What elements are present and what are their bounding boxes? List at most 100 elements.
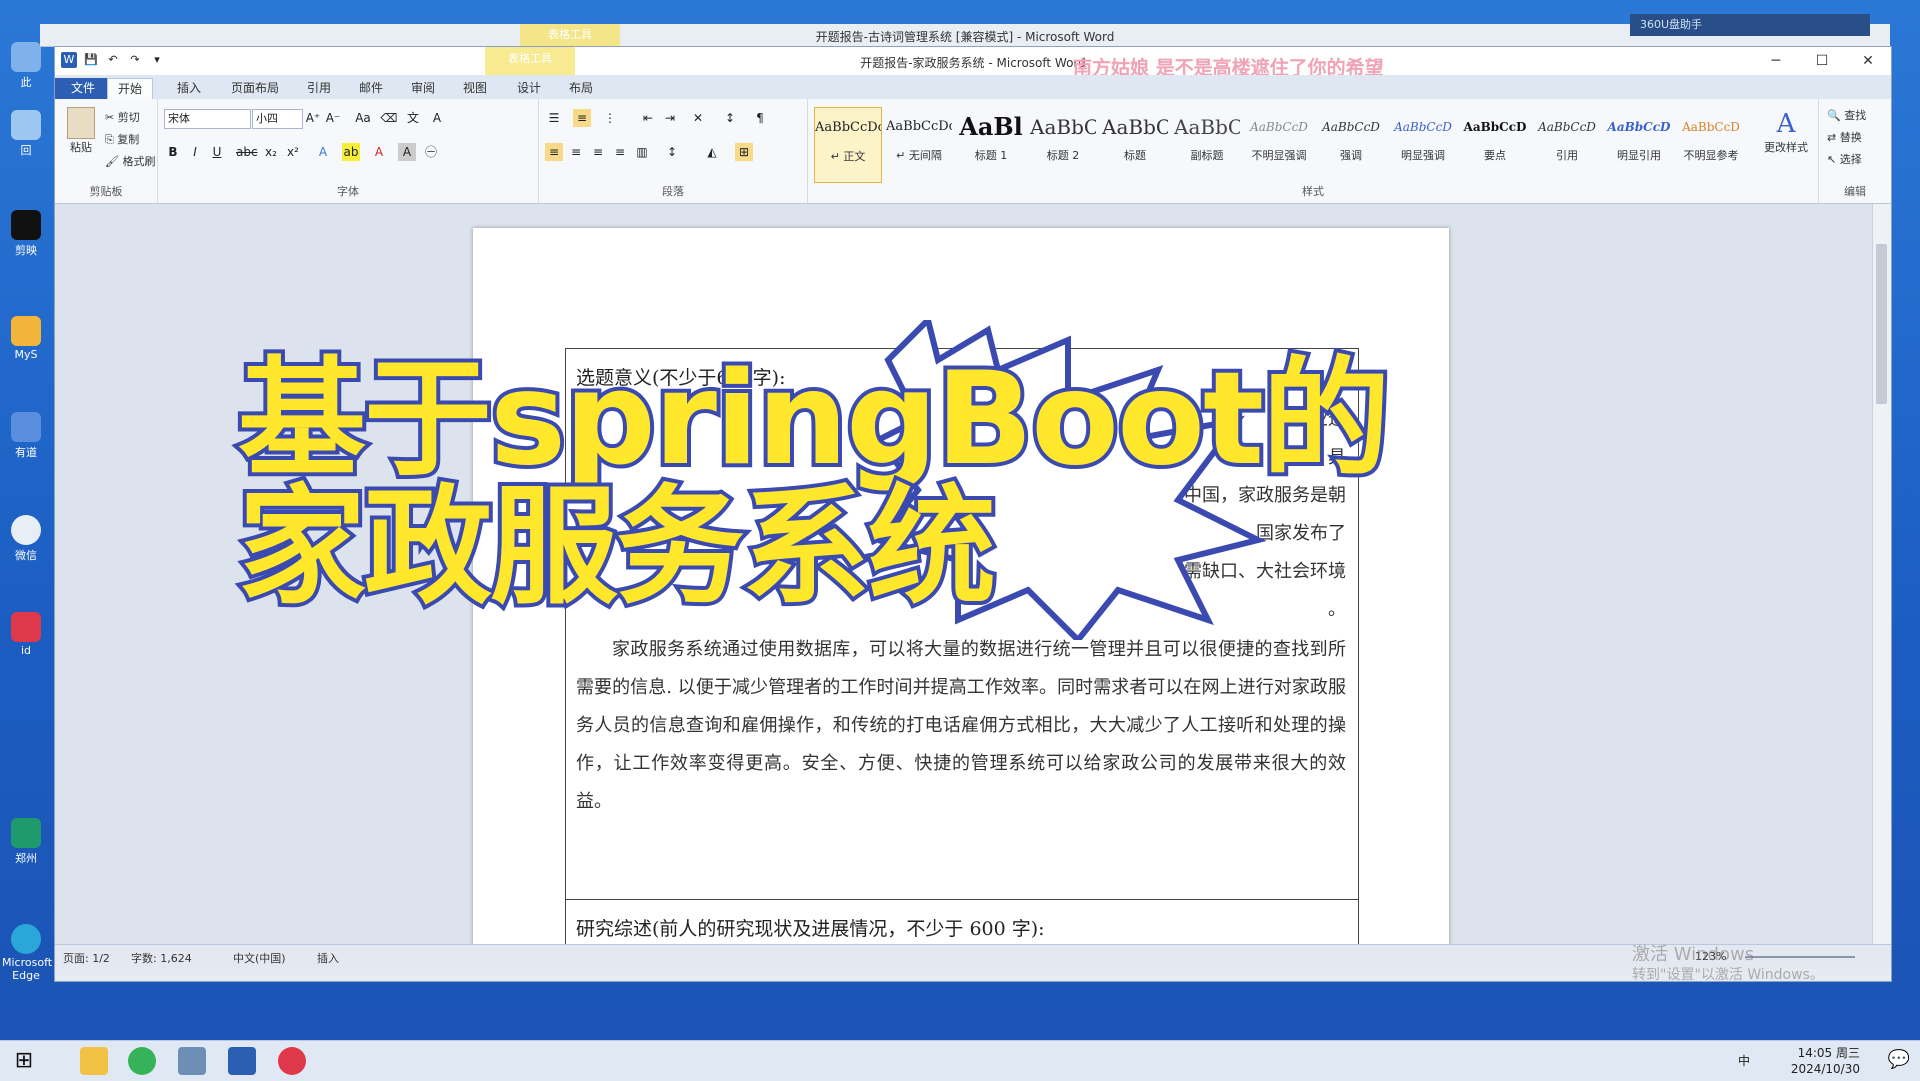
align-left-button[interactable]: ≡ <box>545 143 563 161</box>
tab-layout[interactable]: 布局 <box>559 78 603 99</box>
style-0[interactable]: AaBbCcDc ↵ 正文 <box>814 107 882 183</box>
change-styles-button[interactable]: A 更改样式 <box>1758 109 1814 155</box>
word-taskbar-icon[interactable] <box>228 1047 256 1075</box>
format-painter-button[interactable]: 🖌 格式刷 <box>105 153 155 169</box>
maximize-button[interactable]: ☐ <box>1799 47 1845 75</box>
watermark-line1: 激活 Windows <box>1632 944 1755 965</box>
numbering-button[interactable]: ≡ <box>573 109 591 127</box>
font-size-select[interactable]: 小四 <box>252 109 303 129</box>
style-5[interactable]: AaBbC 副标题 <box>1174 107 1240 181</box>
desktop-icon-this-pc[interactable]: 此 <box>6 42 46 90</box>
netease-music-icon[interactable] <box>278 1047 306 1075</box>
line-spacing-button[interactable]: ↕ <box>663 143 681 161</box>
vertical-scrollbar[interactable] <box>1872 204 1891 944</box>
bold-button[interactable]: B <box>164 143 182 161</box>
replace-button[interactable]: ⇄ 替换 <box>1827 129 1862 145</box>
tab-insert[interactable]: 插入 <box>167 78 211 99</box>
desktop-icon-youdao[interactable]: 有道 <box>6 412 46 460</box>
desktop-icon-mysql[interactable]: MyS <box>6 316 46 361</box>
font-name-select[interactable]: 宋体 <box>164 109 251 129</box>
style-7[interactable]: AaBbCcD 强调 <box>1318 107 1384 181</box>
select-button[interactable]: ↖ 选择 <box>1827 151 1862 167</box>
tab-design[interactable]: 设计 <box>507 78 551 99</box>
font-color-button[interactable]: A <box>370 143 388 161</box>
style-name: 明显引用 <box>1617 149 1661 162</box>
close-button[interactable]: ✕ <box>1845 47 1891 75</box>
italic-button[interactable]: I <box>186 143 204 161</box>
shading-button[interactable]: ◭ <box>703 143 721 161</box>
clear-format-button[interactable]: ⌫ <box>380 109 398 127</box>
desktop-icon-idea[interactable]: id <box>6 612 46 657</box>
multilevel-list-button[interactable]: ⋮ <box>601 109 619 127</box>
highlight-button[interactable]: ab <box>342 143 360 161</box>
underline-button[interactable]: U <box>208 143 226 161</box>
scrollbar-thumb[interactable] <box>1876 244 1887 404</box>
char-shading-button[interactable]: A <box>398 143 416 161</box>
superscript-button[interactable]: x² <box>284 143 302 161</box>
strikethrough-button[interactable]: abc <box>236 143 258 161</box>
align-right-button[interactable]: ≡ <box>589 143 607 161</box>
language-status[interactable]: 中文(中国) <box>233 950 286 966</box>
style-6[interactable]: AaBbCcD 不明显强调 <box>1246 107 1312 181</box>
minimize-button[interactable]: ─ <box>1753 47 1799 75</box>
system-tray[interactable]: 中 14:05 周三 2024/10/30 <box>1738 1045 1860 1077</box>
style-12[interactable]: AaBbCcD 不明显参考 <box>1678 107 1744 181</box>
style-4[interactable]: AaBbC 标题 <box>1102 107 1168 181</box>
justify-button[interactable]: ≡ <box>611 143 629 161</box>
find-button[interactable]: 🔍 查找 <box>1827 107 1866 123</box>
desktop-icon-wechat[interactable]: 微信 <box>6 515 46 563</box>
char-border-button[interactable]: A <box>428 109 446 127</box>
notification-icon[interactable]: 💬 <box>1888 1049 1910 1070</box>
word-count[interactable]: 字数: 1,624 <box>131 950 192 966</box>
grow-font-button[interactable]: A⁺ <box>304 109 322 127</box>
start-icon[interactable]: ⊞ <box>10 1047 38 1075</box>
chinese-layout-button[interactable]: ✕ <box>689 109 707 127</box>
desktop-icon-recycle[interactable]: 回 <box>6 110 46 158</box>
borders-button[interactable]: ⊞ <box>735 143 753 161</box>
paragraph-system-benefits: 家政服务系统通过使用数据库，可以将大量的数据进行统一管理并且可以很便捷的查找到所… <box>576 639 1346 812</box>
file-explorer-icon[interactable] <box>80 1047 108 1075</box>
style-11[interactable]: AaBbCcD 明显引用 <box>1606 107 1672 181</box>
paste-button[interactable]: 粘贴 <box>63 107 99 155</box>
tab-home[interactable]: 开始 <box>107 78 154 100</box>
tab-mailings[interactable]: 邮件 <box>349 78 393 99</box>
desktop-icon-zhengzhou[interactable]: 郑州 <box>6 818 46 866</box>
style-10[interactable]: AaBbCcD 引用 <box>1534 107 1600 181</box>
desktop-icon-jianying[interactable]: 剪映 <box>6 210 46 258</box>
increase-indent-button[interactable]: ⇥ <box>661 109 679 127</box>
photos-icon[interactable] <box>178 1047 206 1075</box>
background-word-window[interactable]: 表格工具 开题报告-古诗词管理系统 [兼容模式] - Microsoft Wor… <box>40 14 1890 47</box>
copy-button[interactable]: ⎘ 复制 <box>105 131 139 147</box>
style-9[interactable]: AaBbCcD 要点 <box>1462 107 1528 181</box>
tab-references[interactable]: 引用 <box>297 78 341 99</box>
360-usb-helper[interactable]: 360U盘助手 <box>1630 14 1870 36</box>
insert-mode[interactable]: 插入 <box>317 950 339 966</box>
tab-review[interactable]: 审阅 <box>401 78 445 99</box>
tab-page-layout[interactable]: 页面布局 <box>221 78 289 99</box>
sort-button[interactable]: ↕ <box>721 109 739 127</box>
shrink-font-button[interactable]: A⁻ <box>324 109 342 127</box>
wechat-icon[interactable] <box>128 1047 156 1075</box>
style-3[interactable]: AaBbC 标题 2 <box>1030 107 1096 181</box>
align-center-button[interactable]: ≡ <box>567 143 585 161</box>
show-marks-button[interactable]: ¶ <box>751 109 769 127</box>
style-1[interactable]: AaBbCcDc ↵ 无间隔 <box>886 107 952 181</box>
table-cell-literature-review[interactable]: 研究综述(前人的研究现状及进展情况，不少于 600 字): <box>566 900 1358 944</box>
cut-button[interactable]: ✂ 剪切 <box>105 109 140 125</box>
enclose-char-button[interactable]: ㊀ <box>422 143 440 161</box>
style-8[interactable]: AaBbCcD 明显强调 <box>1390 107 1456 181</box>
text-effects-button[interactable]: A <box>314 143 332 161</box>
tab-view[interactable]: 视图 <box>453 78 497 99</box>
desktop-icon-edge[interactable]: Microsoft Edge <box>2 924 52 982</box>
ime-indicator[interactable]: 中 <box>1738 1053 1750 1069</box>
change-case-button[interactable]: Aa <box>354 109 372 127</box>
bullets-button[interactable]: ☰ <box>545 109 563 127</box>
subscript-button[interactable]: x₂ <box>262 143 280 161</box>
style-2[interactable]: AaBl 标题 1 <box>958 107 1024 181</box>
tab-file[interactable]: 文件 <box>55 78 111 99</box>
clock-time: 14:05 周三 <box>1797 1046 1860 1060</box>
phonetic-guide-button[interactable]: 文 <box>404 109 422 127</box>
distributed-button[interactable]: ▥ <box>633 143 651 161</box>
page-count[interactable]: 页面: 1/2 <box>63 950 110 966</box>
decrease-indent-button[interactable]: ⇤ <box>639 109 657 127</box>
